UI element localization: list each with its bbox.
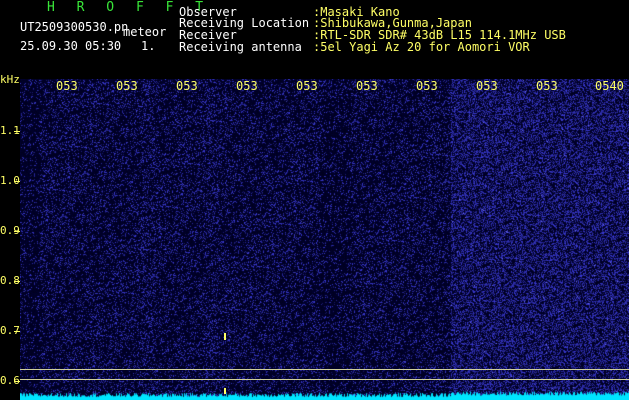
y-tick-mark [14,181,20,182]
reference-line-lower [20,379,629,380]
spectrogram-canvas [20,79,629,400]
x-tick-label: 053 [476,79,498,93]
y-tick-mark [14,331,20,332]
x-tick-label: 0540 [595,79,624,93]
info-value-antenna: :5el Yagi Az 20 for Aomori VOR [313,40,530,54]
file-name: UT2509300530.pn [20,20,129,34]
header-panel: H R O F F T UT2509300530.pn meteor 25.09… [0,0,629,78]
y-tick-mark [14,131,20,132]
mode-label: meteor [123,25,167,39]
y-tick-mark [14,231,20,232]
spectrogram-plot [20,79,629,400]
reference-line-upper [20,369,629,370]
y-tick-mark [14,281,20,282]
x-tick-label: 053 [296,79,318,93]
x-tick-label: 053 [236,79,258,93]
x-tick-label: 053 [416,79,438,93]
y-tick-mark [14,381,20,382]
x-tick-label: 053 [56,79,78,93]
x-tick-label: 053 [176,79,198,93]
image-count: 1. [141,39,156,53]
x-tick-label: 053 [356,79,378,93]
meteor-echo-marker [224,333,226,340]
x-tick-label: 053 [116,79,138,93]
meteor-echo-marker [224,388,226,394]
info-label-antenna: Receiving antenna [179,40,302,54]
x-tick-label: 053 [536,79,558,93]
y-axis-unit: kHz [0,73,20,86]
date-time: 25.09.30 05:30 [20,39,122,53]
